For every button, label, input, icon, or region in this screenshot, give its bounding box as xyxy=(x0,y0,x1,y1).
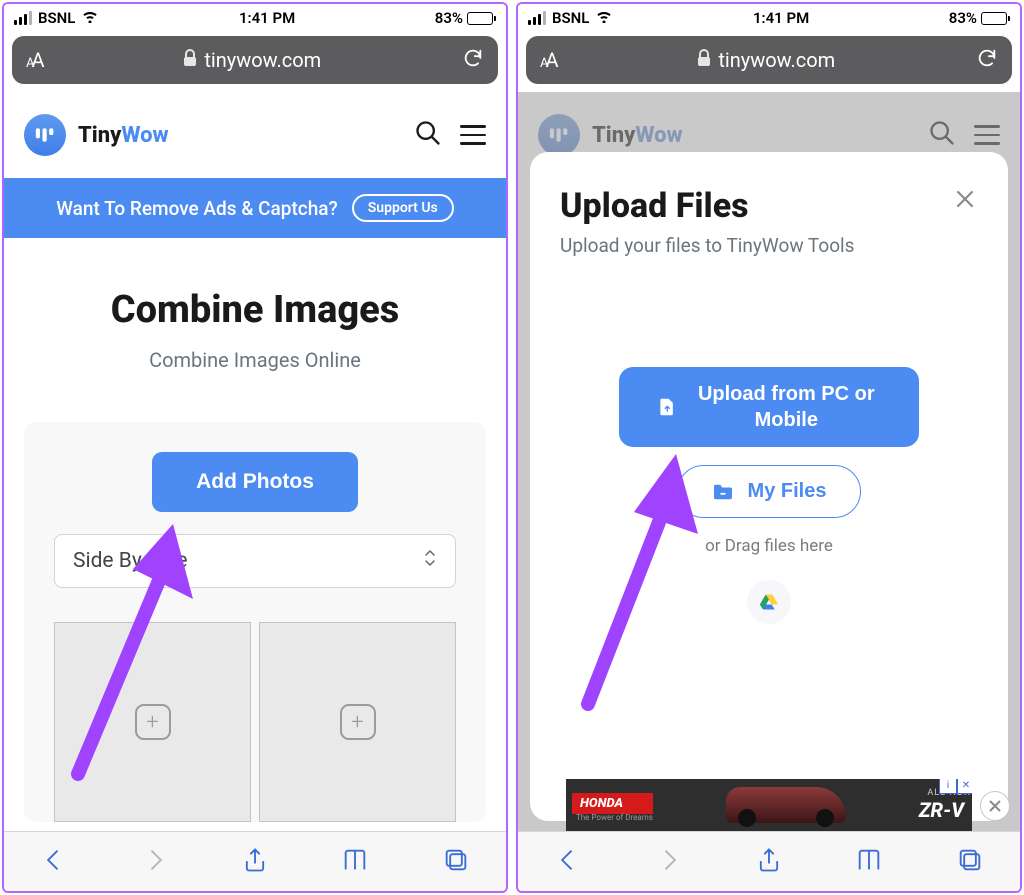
forward-button[interactable] xyxy=(655,846,683,878)
safari-address-bar[interactable]: AA tinywow.com xyxy=(526,36,1012,84)
battery-percent: 83% xyxy=(435,9,463,27)
my-files-button[interactable]: My Files xyxy=(677,465,862,518)
page-title: Combine Images xyxy=(24,288,486,332)
ad-info-icon[interactable]: i xyxy=(939,779,957,794)
layout-select-value: Side By Side xyxy=(73,549,188,573)
bookmarks-button[interactable] xyxy=(341,846,369,878)
back-button[interactable] xyxy=(554,846,582,878)
chevron-updown-icon xyxy=(423,549,437,573)
lock-icon xyxy=(182,48,198,72)
share-button[interactable] xyxy=(755,846,783,878)
share-button[interactable] xyxy=(241,846,269,878)
site-header: TinyWow xyxy=(4,92,506,178)
lock-icon xyxy=(696,48,712,72)
add-icon: + xyxy=(135,704,171,740)
wifi-icon xyxy=(595,9,613,27)
battery-percent: 83% xyxy=(949,9,977,27)
text-size-button[interactable]: AA xyxy=(26,48,42,72)
search-icon[interactable] xyxy=(414,119,442,151)
url-domain: tinywow.com xyxy=(718,48,835,72)
ad-model: ZR-V xyxy=(919,798,972,822)
layout-select[interactable]: Side By Side xyxy=(54,534,456,588)
battery-icon xyxy=(981,12,1010,25)
reload-button[interactable] xyxy=(462,47,484,73)
url-domain: tinywow.com xyxy=(204,48,321,72)
status-bar: BSNL 1:41 PM 83% xyxy=(518,4,1020,32)
clock: 1:41 PM xyxy=(239,9,295,27)
upload-modal: Upload Files Upload your files to TinyWo… xyxy=(530,152,1008,821)
safari-toolbar xyxy=(518,831,1020,891)
battery-icon xyxy=(467,12,496,25)
ad-brand: HONDA xyxy=(572,793,653,814)
google-drive-button[interactable] xyxy=(747,580,791,624)
safari-toolbar xyxy=(4,831,506,891)
phone-screenshot-left: BSNL 1:41 PM 83% AA tinywow.com xyxy=(2,2,508,893)
ad-close-icon[interactable]: ✕ xyxy=(957,779,972,794)
image-slot[interactable]: + xyxy=(259,622,456,822)
folder-icon xyxy=(712,483,734,501)
tinywow-logo-icon xyxy=(24,114,66,156)
reload-button[interactable] xyxy=(976,47,998,73)
text-size-button[interactable]: AA xyxy=(540,48,556,72)
phone-screenshot-right: BSNL 1:41 PM 83% AA tinywow.com xyxy=(516,2,1022,893)
ad-car-image xyxy=(653,787,919,823)
carrier-name: BSNL xyxy=(38,9,75,27)
my-files-label: My Files xyxy=(748,480,827,503)
tabs-button[interactable] xyxy=(442,846,470,878)
wifi-icon xyxy=(81,9,99,27)
signal-icon xyxy=(14,11,32,25)
clock: 1:41 PM xyxy=(753,9,809,27)
upload-from-device-button[interactable]: Upload from PC or Mobile xyxy=(619,367,919,447)
ad-dismiss-button[interactable] xyxy=(980,791,1010,821)
tabs-button[interactable] xyxy=(956,846,984,878)
support-banner-text: Want To Remove Ads & Captcha? xyxy=(56,197,338,220)
upload-card: Add Photos Side By Side + + xyxy=(24,422,486,822)
upload-button-label: Upload from PC or Mobile xyxy=(694,381,879,433)
carrier-name: BSNL xyxy=(552,9,589,27)
file-upload-icon xyxy=(659,394,676,420)
page-content: Combine Images Combine Images Online Add… xyxy=(4,238,506,891)
brand-wow: Wow xyxy=(121,123,168,148)
modal-title: Upload Files xyxy=(560,186,854,226)
ad-choices[interactable]: i ✕ xyxy=(939,779,972,794)
bookmarks-button[interactable] xyxy=(855,846,883,878)
safari-address-bar[interactable]: AA tinywow.com xyxy=(12,36,498,84)
add-icon: + xyxy=(340,704,376,740)
ad-tagline: The Power of Dreams xyxy=(576,814,653,822)
forward-button[interactable] xyxy=(141,846,169,878)
modal-subtitle: Upload your files to TinyWow Tools xyxy=(560,234,854,257)
bottom-ad[interactable]: HONDA The Power of Dreams ALL-NEW ZR-V i… xyxy=(566,779,972,831)
status-bar: BSNL 1:41 PM 83% xyxy=(4,4,506,32)
image-slot[interactable]: + xyxy=(54,622,251,822)
back-button[interactable] xyxy=(40,846,68,878)
page-subtitle: Combine Images Online xyxy=(24,348,486,372)
brand-tiny: Tiny xyxy=(78,123,121,148)
brand-logo[interactable]: TinyWow xyxy=(24,114,169,156)
add-photos-button[interactable]: Add Photos xyxy=(152,452,358,512)
drag-files-text: or Drag files here xyxy=(705,536,833,556)
signal-icon xyxy=(528,11,546,25)
support-us-button[interactable]: Support Us xyxy=(352,194,454,222)
support-banner: Want To Remove Ads & Captcha? Support Us xyxy=(4,178,506,238)
menu-icon[interactable] xyxy=(460,125,486,145)
google-drive-icon xyxy=(759,593,779,611)
close-button[interactable] xyxy=(952,186,978,216)
